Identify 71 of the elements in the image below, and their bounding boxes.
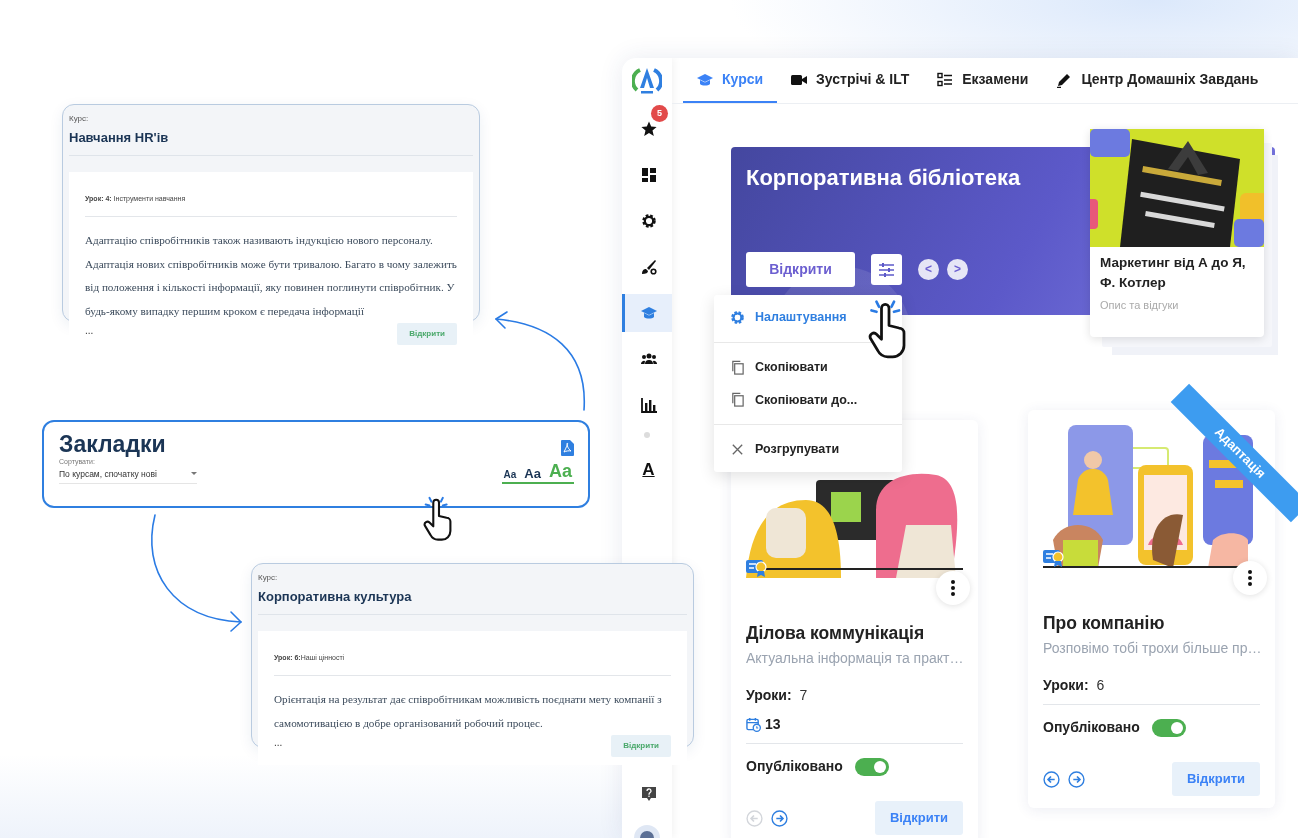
- lessons-label: Уроки:: [1043, 676, 1089, 696]
- banner-title: Корпоративна бібліотека: [746, 164, 1022, 192]
- checklist-icon: [937, 71, 954, 88]
- next-button[interactable]: >: [947, 259, 968, 280]
- lessons-count: 7: [799, 686, 808, 706]
- sidebar-button[interactable]: A: [622, 450, 672, 488]
- copy-icon: [730, 392, 745, 408]
- tab[interactable]: Центр Домашніх Завдань: [1042, 58, 1273, 103]
- ellipsis-text: ...: [274, 736, 283, 750]
- book-title: Маркетинг від А до Я, Ф. Котлер: [1099, 254, 1247, 292]
- published-label: Опубліковано: [1043, 718, 1140, 738]
- panel-title: Закладки: [59, 432, 166, 458]
- course-label: Курс:: [258, 572, 279, 584]
- font-size-option[interactable]: Aa: [524, 466, 541, 480]
- award-icon: [746, 558, 768, 578]
- graduation-cap-icon: [697, 71, 713, 88]
- graduation-cap-icon: [640, 305, 657, 321]
- menu-item[interactable]: Скопіювати: [714, 350, 902, 384]
- avatar: [634, 825, 660, 838]
- brush-icon: [640, 259, 657, 275]
- published-label: Опубліковано: [746, 757, 843, 777]
- tab[interactable]: Зустрічі & ILT: [777, 58, 924, 103]
- lesson-text: Адаптацію співробітників також називають індукцією нового персоналу. Адаптація нових співробітників може бути тривалою. Багато в чому залежить від положення і кількості інформації, яку повинен поглинути співробітник. У будь-якому випадку першим кроком є передача інформації: [85, 233, 457, 319]
- sort-dropdown[interactable]: По курсам, спочатку нові: [59, 467, 197, 484]
- help-icon: [640, 785, 657, 803]
- kebab-icon: [1248, 570, 1252, 586]
- course-description: Актуальна інформація та практ…: [746, 649, 963, 669]
- bar-chart-icon: [640, 397, 657, 413]
- open-button[interactable]: Відкрити: [746, 252, 855, 287]
- award-icon: [1043, 548, 1065, 568]
- menu-item[interactable]: Розгрупувати: [714, 433, 902, 466]
- tab[interactable]: Курси: [683, 58, 778, 103]
- course-description: Розповімо тобі трохи більше пр…: [1043, 639, 1260, 659]
- calendar-icon: [746, 717, 761, 733]
- lesson-text: Орієнтація на результат дає співробітникам можливість поєднати мету компанії з самомотивацією в добре організований робочий процес.: [274, 692, 663, 731]
- more-options-button[interactable]: [936, 571, 970, 605]
- kebab-icon: [951, 580, 955, 596]
- published-toggle[interactable]: [854, 757, 889, 776]
- tab[interactable]: Екзамени: [923, 58, 1043, 103]
- separator-dot-icon: [644, 432, 650, 438]
- settings-icon: [730, 309, 745, 325]
- lessons-label: Уроки:: [746, 686, 792, 706]
- copy-icon: [730, 359, 745, 375]
- settings-icon: [640, 213, 657, 229]
- star-icon: [640, 121, 657, 137]
- more-options-button[interactable]: [1233, 561, 1267, 595]
- previous-button[interactable]: <: [918, 259, 939, 280]
- settings-button[interactable]: [871, 254, 902, 285]
- sliders-icon: [878, 261, 895, 278]
- course-title: Навчання HR'ів: [69, 129, 169, 147]
- book-subtitle: Опис та відгуки: [1099, 298, 1179, 314]
- notification-badge: 5: [651, 105, 668, 122]
- ellipsis-text: ...: [85, 324, 94, 338]
- font-size-option[interactable]: Aa: [503, 469, 517, 480]
- course-title: Корпоративна культура: [258, 588, 412, 606]
- lessons-count: 6: [1096, 676, 1105, 696]
- menu-item[interactable]: Налаштування: [714, 301, 902, 334]
- caret-icon: [191, 472, 197, 477]
- next-button[interactable]: [1068, 770, 1085, 788]
- event-count: 13: [765, 715, 781, 735]
- pen-icon: [1056, 71, 1073, 88]
- next-button[interactable]: [771, 809, 788, 827]
- course-title: Ділова коммунікація: [746, 622, 925, 645]
- menu-item[interactable]: Скопіювати до...: [714, 383, 902, 417]
- previous-button[interactable]: [1043, 770, 1060, 788]
- dashboard-icon: [640, 167, 657, 183]
- published-toggle[interactable]: [1151, 718, 1186, 737]
- course-title: Про компанію: [1043, 612, 1165, 635]
- people-icon: [640, 351, 657, 367]
- course-label: Курс:: [69, 113, 90, 125]
- pdf-icon: [561, 440, 574, 456]
